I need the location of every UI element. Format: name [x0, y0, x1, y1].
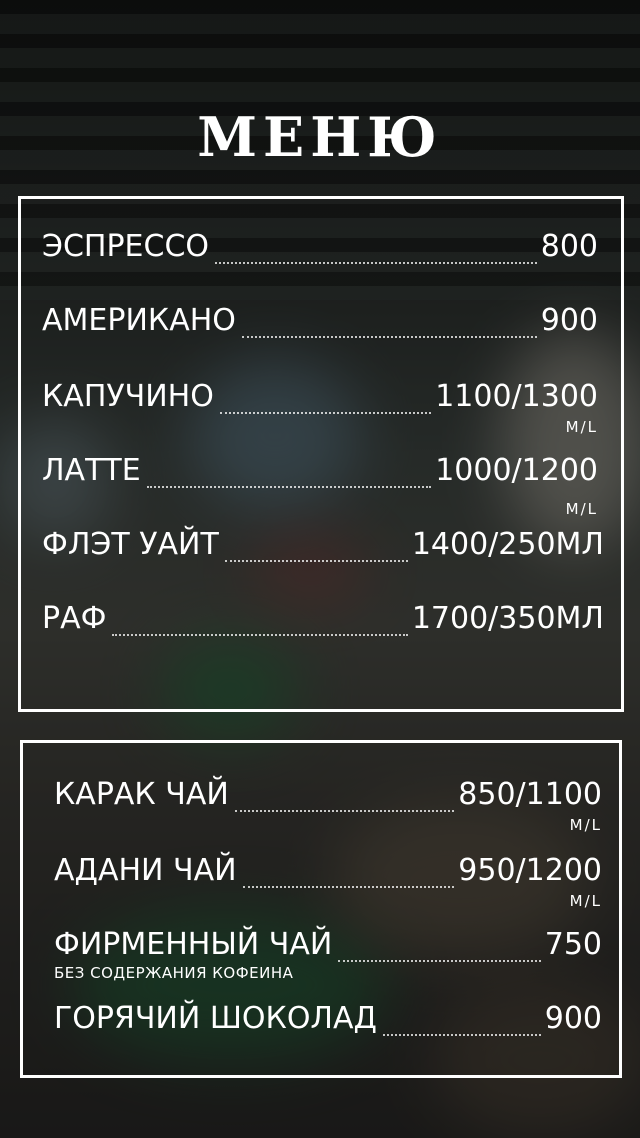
dotted-leader	[146, 486, 432, 488]
item-price: 1400/250МЛ	[411, 527, 604, 562]
item-price: 800	[540, 229, 598, 264]
size-label: M/L	[565, 500, 598, 518]
item-price: 1000/1200	[435, 453, 598, 488]
dotted-leader	[215, 262, 537, 264]
menu-item-flat-white: ФЛЭТ УАЙТ 1400/250МЛ	[42, 526, 604, 564]
item-name: ЭСПРЕССО	[42, 229, 210, 264]
menu-item-raf: РАФ 1700/350МЛ	[42, 600, 604, 638]
dotted-leader	[382, 1034, 541, 1036]
item-price: 900	[540, 303, 598, 338]
item-name: ФЛЭТ УАЙТ	[42, 527, 219, 562]
dotted-leader	[338, 960, 541, 962]
item-name: КАПУЧИНО	[42, 379, 214, 414]
item-price: 950/1200	[458, 853, 602, 888]
item-name: АДАНИ ЧАЙ	[54, 853, 237, 888]
item-price: 850/1100	[458, 777, 602, 812]
menu-item-karak-tea: КАРАК ЧАЙ 850/1100 M/L	[54, 776, 602, 834]
item-name: ФИРМЕННЫЙ ЧАЙ	[54, 927, 333, 962]
item-price: 750	[544, 927, 602, 962]
size-label: M/L	[565, 418, 598, 436]
menu-item-americano: АМЕРИКАНО 900	[42, 302, 598, 340]
item-name: ГОРЯЧИЙ ШОКОЛАД	[54, 1001, 377, 1036]
dotted-leader	[242, 886, 455, 888]
item-name: ЛАТТЕ	[42, 453, 141, 488]
menu-item-hot-chocolate: ГОРЯЧИЙ ШОКОЛАД 900	[54, 1000, 602, 1038]
menu-item-cappuccino: КАПУЧИНО 1100/1300 M/L	[42, 378, 598, 436]
menu-item-latte: ЛАТТЕ 1000/1200 M/L	[42, 452, 598, 518]
size-label: M/L	[569, 892, 602, 910]
dotted-leader	[112, 634, 408, 636]
item-name: КАРАК ЧАЙ	[54, 777, 229, 812]
item-note: БЕЗ СОДЕРЖАНИЯ КОФЕИНА	[54, 964, 294, 982]
item-name: АМЕРИКАНО	[42, 303, 236, 338]
menu-title: МЕНЮ	[197, 105, 443, 169]
menu-item-adani-tea: АДАНИ ЧАЙ 950/1200 M/L	[54, 852, 602, 910]
size-label: M/L	[569, 816, 602, 834]
item-price: 1700/350МЛ	[411, 601, 604, 636]
dotted-leader	[219, 412, 432, 414]
menu-item-signature-tea: ФИРМЕННЫЙ ЧАЙ 750 БЕЗ СОДЕРЖАНИЯ КОФЕИНА	[54, 926, 602, 982]
item-name: РАФ	[42, 601, 107, 636]
item-price: 1100/1300	[435, 379, 598, 414]
dotted-leader	[224, 560, 408, 562]
item-price: 900	[544, 1001, 602, 1036]
dotted-leader	[241, 336, 537, 338]
dotted-leader	[234, 810, 455, 812]
menu-item-espresso: ЭСПРЕССО 800	[42, 228, 598, 266]
